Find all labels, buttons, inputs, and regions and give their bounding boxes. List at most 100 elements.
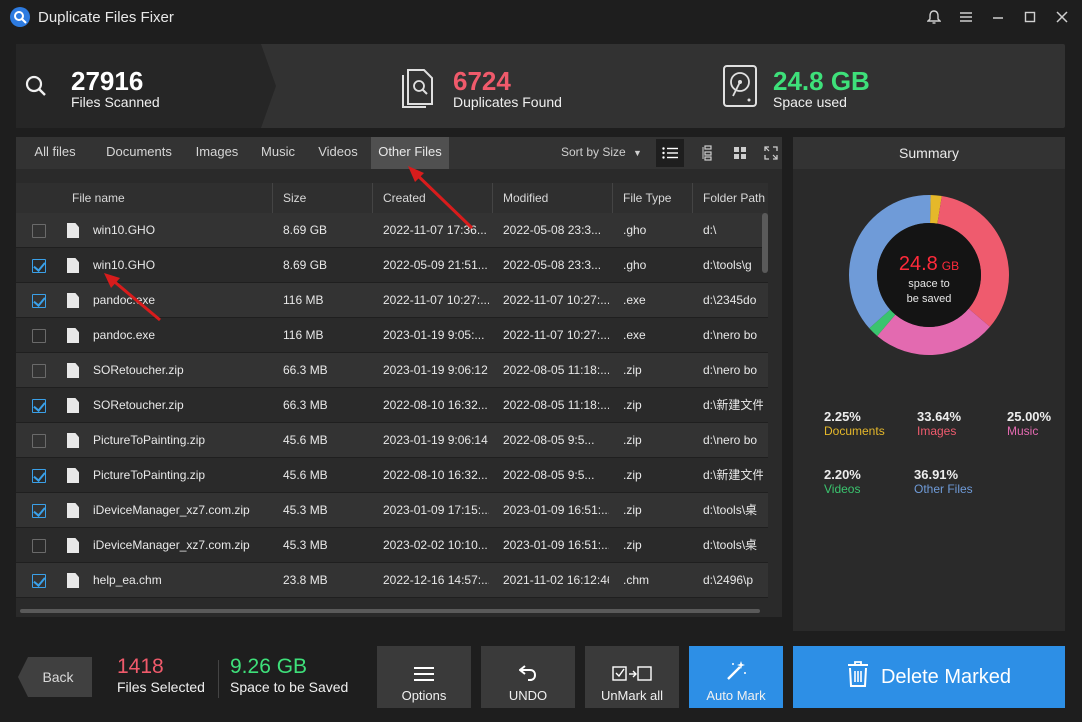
file-type-cell: .zip (623, 503, 642, 517)
delete-marked-button[interactable]: Delete Marked (793, 646, 1065, 708)
hard-drive-icon (721, 64, 759, 113)
row-checkbox[interactable] (32, 364, 46, 378)
created-cell: 2022-08-10 16:32... (383, 468, 488, 482)
modified-cell: 2022-08-05 9:5... (503, 468, 595, 482)
column-created[interactable]: Created (372, 183, 492, 213)
tab-music[interactable]: Music (252, 137, 304, 169)
options-icon (377, 646, 471, 682)
unmark-all-icon (585, 646, 679, 682)
duplicates-found-value: 6724 (453, 66, 511, 96)
column-folder-path[interactable]: Folder Path (692, 183, 768, 213)
tab-all-files[interactable]: All files (24, 137, 86, 169)
horizontal-scrollbar[interactable] (20, 609, 760, 613)
size-cell: 66.3 MB (283, 363, 328, 377)
row-checkbox[interactable] (32, 574, 46, 588)
file-icon (67, 468, 79, 483)
table-row[interactable]: help_ea.chm 23.8 MB 2022-12-16 14:57:... 20… (16, 563, 768, 598)
search-icon[interactable] (24, 74, 48, 103)
column-file-type[interactable]: File Type (612, 183, 692, 213)
legend-images-label: Images (917, 424, 957, 438)
file-icon (67, 258, 79, 273)
back-button[interactable]: Back (18, 657, 92, 697)
unmark-all-label: UnMark all (600, 688, 664, 703)
summary-panel: Summary 24.8 GB space to be saved 2.25% D… (793, 137, 1065, 631)
close-icon[interactable] (1052, 7, 1072, 27)
tab-documents[interactable]: Documents (94, 137, 184, 169)
grid-view-icon[interactable] (730, 143, 750, 163)
legend-documents: 2.25% Documents (824, 409, 885, 438)
table-row[interactable]: pandoc.exe 116 MB 2022-11-07 10:27:... 2022… (16, 283, 768, 318)
bell-icon[interactable] (924, 7, 944, 27)
row-checkbox[interactable] (32, 469, 46, 483)
vertical-scrollbar[interactable] (762, 213, 768, 273)
table-row[interactable]: SORetoucher.zip 66.3 MB 2023-01-19 9:06:12… (16, 353, 768, 388)
table-row[interactable]: win10.GHO 8.69 GB 2022-05-09 21:51... 2022-… (16, 248, 768, 283)
file-icon (67, 433, 79, 448)
file-type-cell: .exe (623, 328, 646, 342)
column-modified[interactable]: Modified (492, 183, 612, 213)
legend-videos-label: Videos (824, 482, 861, 496)
file-icon (67, 223, 79, 238)
minimize-icon[interactable] (988, 7, 1008, 27)
maximize-icon[interactable] (1020, 7, 1040, 27)
row-checkbox[interactable] (32, 224, 46, 238)
folder-path-cell: d:\ (703, 223, 717, 237)
legend-music: 25.00% Music (1007, 409, 1051, 438)
undo-label: UNDO (508, 688, 548, 703)
files-selected-value: 1418 (117, 655, 164, 678)
table-row[interactable]: iDeviceManager_xz7.com.zip 45.3 MB 2023-02… (16, 528, 768, 563)
size-cell: 45.3 MB (283, 538, 328, 552)
bottom-bar: Back 1418 Files Selected 9.26 GB Space t… (0, 640, 1082, 722)
tree-view-icon[interactable] (697, 143, 717, 163)
tab-images[interactable]: Images (186, 137, 248, 169)
expand-icon[interactable] (761, 143, 781, 163)
row-checkbox[interactable] (32, 259, 46, 273)
row-checkbox[interactable] (32, 504, 46, 518)
chevron-down-icon: ▼ (633, 148, 642, 158)
table-row[interactable]: pandoc.exe 116 MB 2023-01-19 9:05:... 2022-… (16, 318, 768, 353)
space-saved-stat: 9.26 GB Space to be Saved (230, 655, 348, 695)
table-row[interactable]: SORetoucher.zip 66.3 MB 2022-08-10 16:32..… (16, 388, 768, 423)
folder-path-cell: d:\新建文件 (703, 398, 763, 412)
row-checkbox[interactable] (32, 399, 46, 413)
files-scanned-value: 27916 (71, 66, 144, 96)
column-size[interactable]: Size (272, 183, 372, 213)
sort-dropdown[interactable]: Sort by Size ▼ (561, 137, 642, 169)
auto-mark-button[interactable]: Auto Mark (689, 646, 783, 708)
unmark-all-button[interactable]: UnMark all (585, 646, 679, 708)
menu-icon[interactable] (956, 7, 976, 27)
duplicates-found-label: Duplicates Found (453, 94, 562, 110)
space-saved-label: Space to be Saved (230, 679, 349, 695)
file-name-cell: win10.GHO (93, 258, 156, 272)
summary-donut-chart: 24.8 GB space to be saved (849, 195, 1009, 355)
duplicates-found-stat: 6724 Duplicates Found (453, 68, 562, 110)
column-file-name[interactable]: File name (62, 183, 272, 213)
donut-center-text-1: space to (908, 278, 950, 290)
tab-videos[interactable]: Videos (308, 137, 368, 169)
row-checkbox[interactable] (32, 539, 46, 553)
size-cell: 23.8 MB (283, 573, 328, 587)
file-icon (67, 503, 79, 518)
options-button[interactable]: Options (377, 646, 471, 708)
files-scanned-label: Files Scanned (71, 94, 160, 110)
modified-cell: 2023-01-09 16:51:... (503, 538, 609, 552)
file-name-cell: SORetoucher.zip (93, 363, 184, 377)
modified-cell: 2022-08-05 9:5... (503, 433, 595, 447)
row-checkbox[interactable] (32, 294, 46, 308)
created-cell: 2022-12-16 14:57:... (383, 573, 489, 587)
table-row[interactable]: PictureToPainting.zip 45.6 MB 2023-01-19 9… (16, 423, 768, 458)
row-checkbox[interactable] (32, 434, 46, 448)
list-view-icon[interactable] (656, 139, 684, 167)
row-checkbox[interactable] (32, 329, 46, 343)
table-row[interactable]: PictureToPainting.zip 45.6 MB 2022-08-10 1… (16, 458, 768, 493)
size-cell: 45.3 MB (283, 503, 328, 517)
title-bar: Duplicate Files Fixer (0, 0, 1082, 34)
options-label: Options (401, 688, 447, 703)
table-row[interactable]: iDeviceManager_xz7.com.zip 45.3 MB 2023-01… (16, 493, 768, 528)
legend-music-label: Music (1007, 424, 1039, 438)
undo-button[interactable]: UNDO (481, 646, 575, 708)
size-cell: 45.6 MB (283, 468, 328, 482)
table-row[interactable]: win10.GHO 8.69 GB 2022-11-07 17:36... 2022-… (16, 213, 768, 248)
tab-other-files[interactable]: Other Files (371, 137, 449, 169)
file-icon (67, 573, 79, 588)
